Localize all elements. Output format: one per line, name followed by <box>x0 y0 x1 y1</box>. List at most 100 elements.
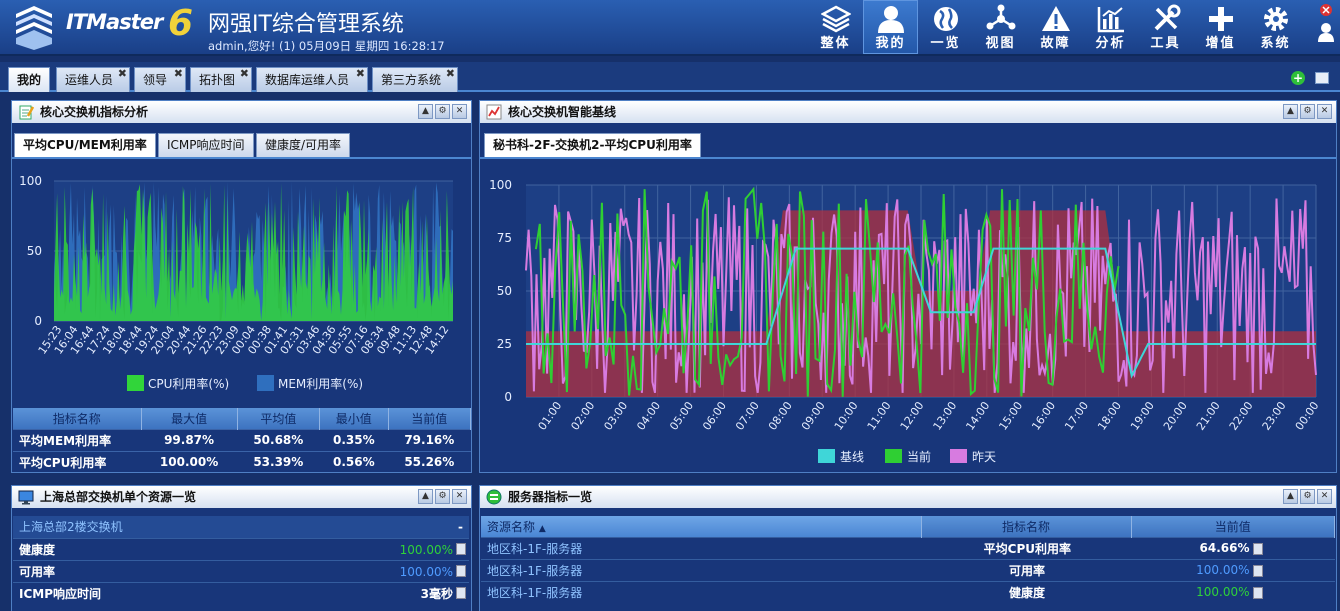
nav-system[interactable]: 系统 <box>1248 0 1303 54</box>
y-tick-label: 25 <box>497 337 512 351</box>
topology-icon <box>986 4 1016 30</box>
x-tick-label: 23:00 <box>1260 399 1289 432</box>
close-button[interactable]: ✕ <box>1317 489 1332 504</box>
tab-topology[interactable]: 拓扑图 ✖ <box>190 67 252 92</box>
close-icon[interactable]: ✖ <box>446 62 455 86</box>
add-tab-icon[interactable]: + <box>1291 71 1305 85</box>
settings-button[interactable]: ⚙ <box>1300 104 1315 119</box>
main-nav: 整体 我的 一览 视图 故障 分析 工具 增值 系统 <box>808 0 1303 54</box>
chart-icon[interactable] <box>456 587 466 599</box>
panel-header: 上海总部交换机单个资源一览 ▲ ⚙ ✕ <box>12 486 471 508</box>
tab-leader[interactable]: 领导 ✖ <box>134 67 186 92</box>
x-tick-label: 19:00 <box>1128 399 1157 432</box>
nav-fault[interactable]: 故障 <box>1028 0 1083 54</box>
y-tick-label: 50 <box>497 284 512 298</box>
close-icon[interactable]: ✖ <box>356 62 365 86</box>
nav-overall[interactable]: 整体 <box>808 0 863 54</box>
layers-icon <box>821 5 851 33</box>
cpu-mem-chart: 10050015:2316:0416:4417:2418:0418:4419:2… <box>19 174 453 391</box>
table-row: 地区科-1F-服务器 健康度 100.00% <box>481 580 1335 603</box>
x-tick-label: 01:00 <box>536 399 565 432</box>
tab-ops-staff[interactable]: 运维人员 ✖ <box>56 67 130 92</box>
app-title: 网强IT综合管理系统 <box>208 12 404 37</box>
monitor-icon <box>18 490 34 505</box>
nav-mine[interactable]: 我的 <box>863 0 918 54</box>
x-tick-label: 00:00 <box>1293 399 1322 432</box>
x-tick-label: 16:00 <box>1029 399 1058 432</box>
user-greeting: admin,您好! (1) 05月09日 星期四 16:28:17 <box>208 39 445 53</box>
x-tick-label: 08:00 <box>766 399 795 432</box>
tab-cpu-mem[interactable]: 平均CPU/MEM利用率 <box>14 133 156 157</box>
sort-asc-icon: ▲ <box>538 523 546 534</box>
close-button[interactable]: ✕ <box>1317 104 1332 119</box>
panel-header: 核心交换机指标分析 ▲ ⚙ ✕ <box>12 101 471 123</box>
nav-view[interactable]: 视图 <box>973 0 1028 54</box>
chart-icon[interactable] <box>1252 564 1263 577</box>
table-row: 平均CPU利用率 100.00% 53.39% 0.56% 55.26% <box>13 450 471 473</box>
user-tray[interactable] <box>1313 0 1340 54</box>
collapse-button[interactable]: ▲ <box>418 489 433 504</box>
list-item: 可用率 100.00% <box>13 560 469 582</box>
sort-resource-header[interactable]: 资源名称 ▲ <box>481 516 922 537</box>
logout-icon <box>1318 4 1334 42</box>
panel-switch-resource: 上海总部交换机单个资源一览 ▲ ⚙ ✕ 上海总部2楼交换机 - 健康度 100.00% … <box>11 485 472 611</box>
chart-icon[interactable] <box>456 543 466 555</box>
tab-list-icon[interactable] <box>1315 72 1329 84</box>
tab-health[interactable]: 健康度/可用率 <box>256 133 351 157</box>
resource-list: 上海总部2楼交换机 - 健康度 100.00% 可用率 100.00% ICMP响应时… <box>13 516 469 604</box>
legend-baseline-label: 基线 <box>840 450 864 464</box>
close-icon[interactable]: ✖ <box>118 62 127 86</box>
panel-header: 服务器指标一览 ▲ ⚙ ✕ <box>480 486 1336 508</box>
device-row[interactable]: 上海总部2楼交换机 - <box>13 516 469 538</box>
tab-icmp[interactable]: ICMP响应时间 <box>158 133 254 157</box>
panel-smart-baseline: 核心交换机智能基线 ▲ ⚙ ✕ 秘书科-2F-交换机2-平均CPU利用率 100 75… <box>479 100 1337 473</box>
x-tick-label: 11:00 <box>865 399 894 432</box>
panel-header: 核心交换机智能基线 ▲ ⚙ ✕ <box>480 101 1336 123</box>
chart-icon[interactable] <box>1252 586 1263 599</box>
line-chart-icon <box>486 104 502 120</box>
tab-third-party[interactable]: 第三方系统 ✖ <box>372 67 458 92</box>
y-tick-label: 0 <box>504 390 512 404</box>
baseline-chart: 100 75 50 25 0 01:00 02:00 03:00 04:00 05:00 06:00… <box>489 178 1322 464</box>
top-header: ITMaster 6 网强IT综合管理系统 admin,您好! (1) 05月0… <box>0 0 1340 56</box>
legend-mem-label: MEM利用率(%) <box>278 376 363 391</box>
nav-overview[interactable]: 一览 <box>918 0 973 54</box>
tab-db-ops[interactable]: 数据库运维人员 ✖ <box>256 67 368 92</box>
legend-mem-swatch <box>257 375 274 391</box>
user-icon <box>878 6 904 33</box>
nav-tools[interactable]: 工具 <box>1138 0 1193 54</box>
panel-core-switch-analysis: 核心交换机指标分析 ▲ ⚙ ✕ 平均CPU/MEM利用率 ICMP响应时间 健康度/… <box>11 100 472 473</box>
legend-current-label: 当前 <box>907 449 931 464</box>
collapse-button[interactable]: ▲ <box>1283 489 1298 504</box>
close-button[interactable]: ✕ <box>452 489 467 504</box>
collapse-button[interactable]: ▲ <box>418 104 433 119</box>
tab-mine[interactable]: 我的 <box>8 67 50 92</box>
x-tick-label: 17:00 <box>1062 399 1091 432</box>
metric-header[interactable]: 指标名称 <box>921 516 1132 537</box>
value-header[interactable]: 当前值 <box>1131 516 1335 537</box>
x-tick-label: 18:00 <box>1095 399 1124 432</box>
close-icon[interactable]: ✖ <box>240 62 249 86</box>
stats-table: 指标名称 最大值 平均值 最小值 当前值 平均MEM利用率 99.87% 50.68% 0.3… <box>13 408 472 473</box>
settings-button[interactable]: ⚙ <box>435 489 450 504</box>
nav-value-added[interactable]: 增值 <box>1193 0 1248 54</box>
x-tick-label: 09:00 <box>799 399 828 432</box>
logo-version: 6 <box>168 3 194 44</box>
gear-icon <box>1264 7 1288 31</box>
chart-icon[interactable] <box>1252 542 1263 555</box>
legend-yesterday-swatch <box>950 449 967 463</box>
chart-icon[interactable] <box>456 565 466 577</box>
settings-button[interactable]: ⚙ <box>1300 489 1315 504</box>
bar-chart-icon <box>1097 7 1124 33</box>
settings-button[interactable]: ⚙ <box>435 104 450 119</box>
x-tick-label: 20:00 <box>1161 399 1190 432</box>
close-icon[interactable]: ✖ <box>174 62 183 86</box>
x-tick-label: 03:00 <box>601 399 630 432</box>
legend-cpu-swatch <box>127 375 144 391</box>
close-button[interactable]: ✕ <box>452 104 467 119</box>
collapse-button[interactable]: ▲ <box>1283 104 1298 119</box>
x-tick-label: 06:00 <box>700 399 729 432</box>
nav-analysis[interactable]: 分析 <box>1083 0 1138 54</box>
page-tab-bar: 我的 运维人员 ✖ 领导 ✖ 拓扑图 ✖ 数据库运维人员 ✖ 第三方系统 ✖ + <box>0 62 1340 92</box>
tab-baseline-cpu[interactable]: 秘书科-2F-交换机2-平均CPU利用率 <box>484 133 701 157</box>
